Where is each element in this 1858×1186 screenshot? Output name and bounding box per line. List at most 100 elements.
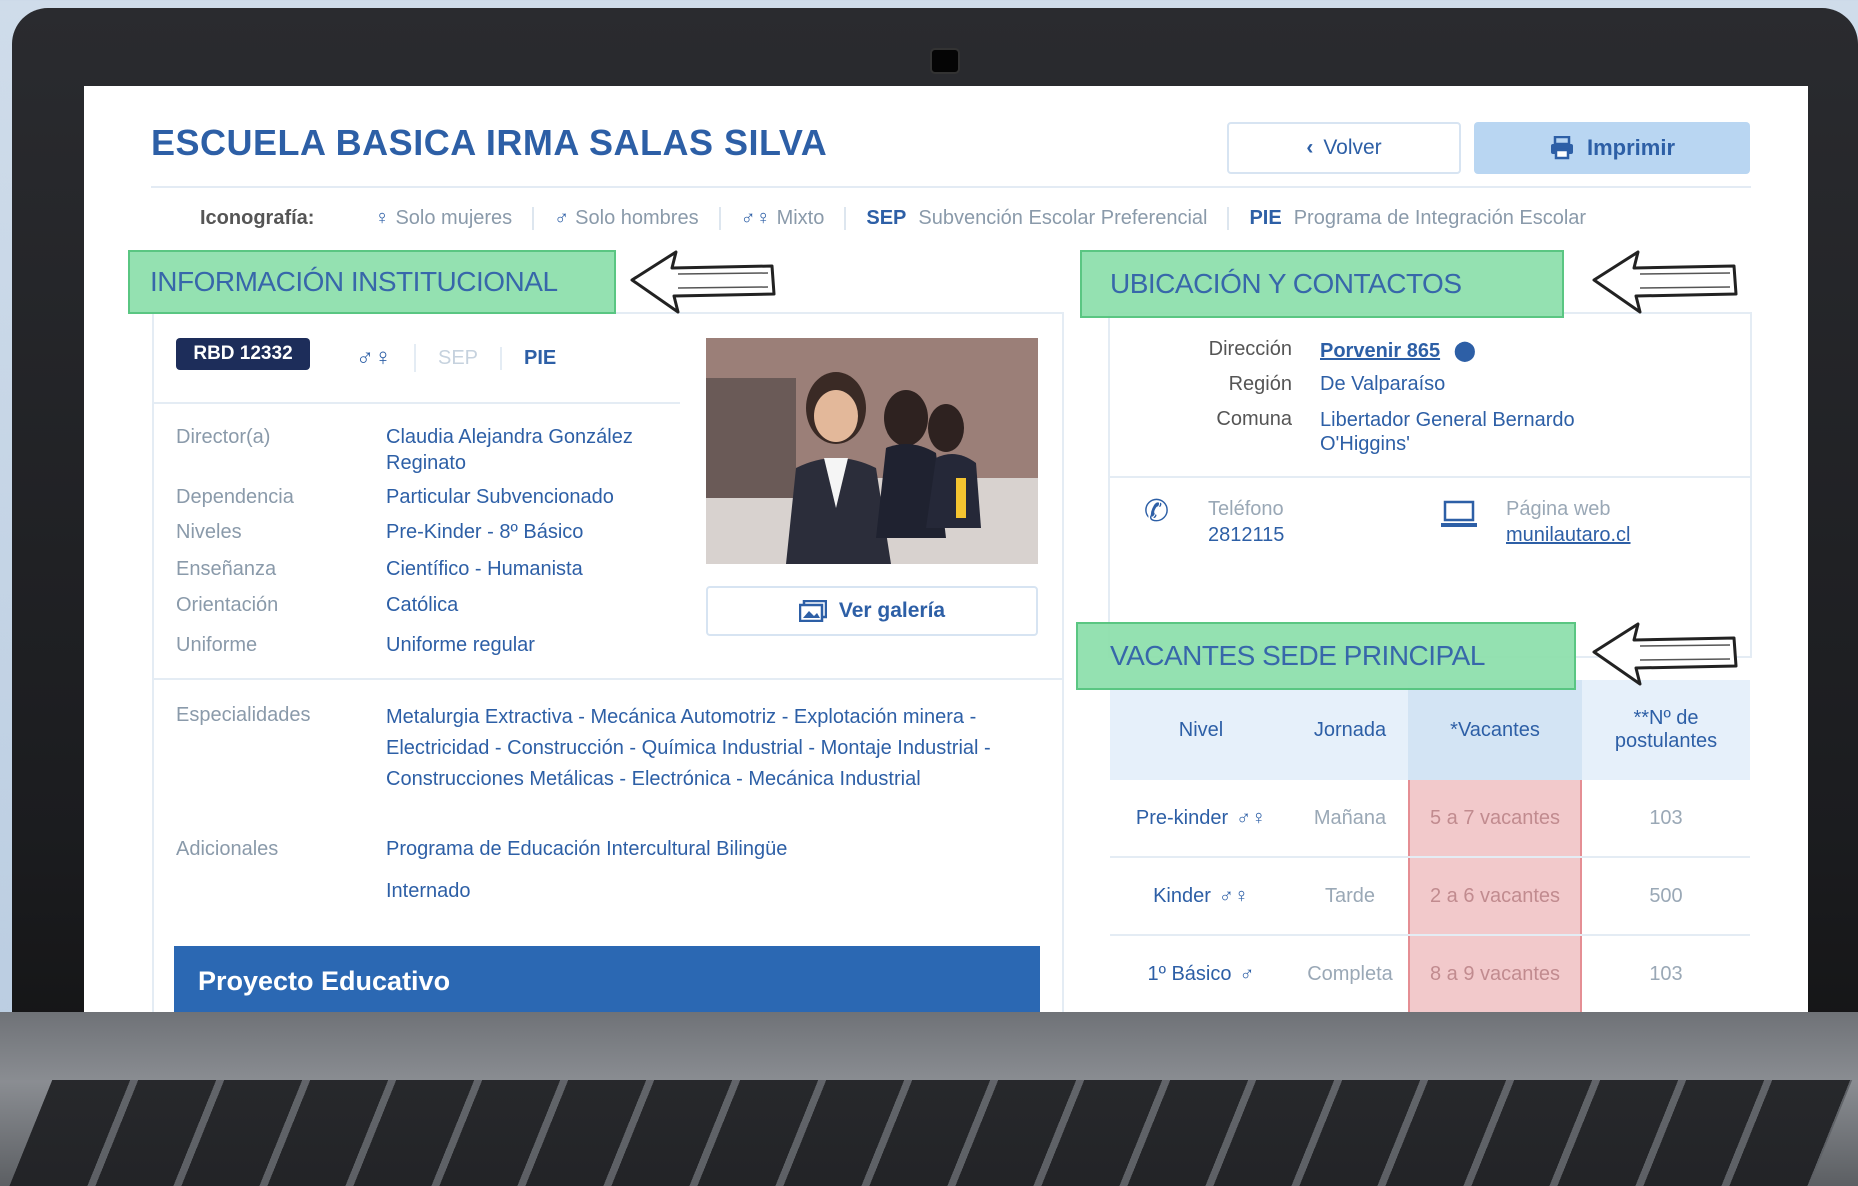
field-label: Dirección (1208, 338, 1292, 360)
legend-text: Mixto (776, 206, 825, 229)
female-icon: ♀ (374, 206, 390, 229)
cell-postulantes: 103 (1649, 962, 1683, 985)
legend-sep: SEP Subvención Escolar Preferencial (846, 206, 1230, 230)
section-tag-ubicacion: UBICACIÓN Y CONTACTOS (1080, 250, 1564, 318)
cell-vacantes: 5 a 7 vacantes (1408, 780, 1582, 856)
field-label: Uniforme (176, 634, 258, 656)
keyboard-keys (7, 1080, 1853, 1186)
column-header: *Vacantes (1408, 680, 1582, 780)
vacancies-table: Nivel Jornada *Vacantes **Nº de postulan… (1110, 680, 1750, 1012)
webcam (930, 48, 960, 74)
divider (154, 678, 1062, 680)
section-tag-institucional: INFORMACIÓN INSTITUCIONAL (128, 250, 616, 314)
cell-nivel: Kinder ♂♀ (1110, 858, 1292, 934)
table-row: Pre-kinder ♂♀ Mañana 5 a 7 vacantes 103 (1110, 780, 1750, 858)
cell-nivel: 1º Básico ♂ (1110, 936, 1292, 1012)
header-divider (151, 186, 1751, 188)
direccion-row: Dirección Porvenir 865 ⬤ (1134, 338, 1620, 363)
legend-pie: PIE Programa de Integración Escolar (1229, 207, 1606, 230)
cell-nivel: Pre-kinder ♂♀ (1110, 780, 1292, 856)
male-icon: ♂ (554, 206, 570, 229)
field-value: De Valparaíso (1320, 373, 1446, 395)
legend-text: Subvención Escolar Preferencial (918, 206, 1208, 229)
web-block: Página web munilautaro.cl (1506, 496, 1726, 548)
field-label: Región (1228, 373, 1292, 395)
cell-vacantes: 2 a 6 vacantes (1408, 858, 1582, 934)
field-value: Católica (386, 594, 459, 616)
field-label: Niveles (176, 521, 242, 543)
page-title: ESCUELA BASICA IRMA SALAS SILVA (151, 122, 828, 163)
field-label: Página web (1506, 498, 1611, 520)
section-tag-vacantes: VACANTES SEDE PRINCIPAL (1076, 622, 1576, 690)
print-label: Imprimir (1586, 135, 1676, 160)
field-value: Científico - Humanista (386, 558, 583, 580)
field-value: Metalurgia Extractiva - Mecánica Automot… (386, 706, 991, 790)
school-badges: ♂♀ SEP PIE (334, 336, 578, 380)
field-label: Director(a) (176, 426, 271, 448)
mixed-gender-icon: ♂♀ (740, 206, 771, 229)
arrow-left-icon (630, 250, 776, 314)
legend-abbr: SEP (866, 206, 907, 229)
legend-text: Solo hombres (575, 206, 699, 229)
iconography-label: Iconografía: (200, 206, 315, 229)
gallery-label: Ver galería (838, 599, 946, 622)
table-header: Nivel Jornada *Vacantes **Nº de postulan… (1110, 680, 1750, 780)
print-button[interactable]: Imprimir (1474, 122, 1750, 174)
legend-mixed: ♂♀ Mixto (721, 206, 847, 230)
website-link[interactable]: munilautaro.cl (1506, 522, 1726, 548)
printer-icon (1550, 136, 1573, 160)
address-link[interactable]: Porvenir 865 (1320, 340, 1440, 362)
cell-jornada: Tarde (1324, 884, 1376, 907)
cell-jornada: Mañana (1313, 806, 1387, 829)
cell-vacantes: 8 a 9 vacantes (1408, 936, 1582, 1012)
field-value: Particular Subvencionado (386, 486, 614, 508)
telefono-block: Teléfono 2812115 (1208, 496, 1408, 548)
field-value: Programa de Educación Intercultural Bili… (386, 838, 788, 860)
divider (1110, 476, 1750, 478)
field-label: Dependencia (176, 486, 294, 508)
nivel-text: Kinder (1153, 884, 1211, 907)
map-pin-icon[interactable]: ⬤ (1454, 340, 1476, 362)
chevron-left-icon: ‹ (1306, 136, 1314, 159)
field-value: Uniforme regular (386, 634, 535, 656)
arrow-left-icon (1592, 250, 1738, 314)
column-header: Jornada (1313, 718, 1387, 741)
sep-badge: SEP (416, 346, 503, 370)
back-button[interactable]: ‹ Volver (1227, 122, 1461, 174)
table-row: Kinder ♂♀ Tarde 2 a 6 vacantes 500 (1110, 858, 1750, 936)
column-header: Nivel (1178, 718, 1224, 741)
arrow-left-icon (1592, 622, 1738, 686)
legend-text: Solo mujeres (395, 206, 513, 229)
computer-icon (1440, 500, 1478, 535)
contacts-panel (1108, 312, 1752, 658)
back-label: Volver (1323, 136, 1382, 159)
table-row: 1º Básico ♂ Completa 8 a 9 vacantes 103 (1110, 936, 1750, 1012)
proyecto-educativo-header[interactable]: Proyecto Educativo (174, 946, 1040, 1012)
cell-jornada: Completa (1307, 962, 1393, 985)
gallery-button[interactable]: Ver galería (706, 586, 1038, 636)
screen: ESCUELA BASICA IRMA SALAS SILVA ‹ Volver… (84, 86, 1808, 1012)
region-row: Región De Valparaíso (1134, 373, 1620, 396)
nivel-text: Pre-kinder (1135, 806, 1229, 829)
rbd-badge: RBD 12332 (176, 338, 310, 370)
iconography-legend: Iconografía: ♀ Solo mujeres ♂ Solo hombr… (200, 200, 1606, 236)
nivel-text: 1º Básico (1147, 962, 1232, 985)
field-value: Libertador General Bernardo O'Higgins' (1320, 409, 1575, 455)
mixed-gender-icon: ♂♀ (334, 344, 416, 372)
field-label: Comuna (1216, 408, 1292, 430)
mixed-gender-icon: ♂♀ (1236, 806, 1267, 829)
divider (154, 402, 680, 404)
field-value: Claudia Alejandra González Reginato (386, 426, 633, 474)
field-label: Adicionales (176, 838, 279, 860)
field-label: Teléfono (1208, 498, 1284, 520)
pie-badge: PIE (524, 346, 557, 369)
gallery-icon (798, 600, 827, 622)
field-label: Especialidades (176, 704, 311, 726)
phone-value: 2812115 (1208, 524, 1285, 546)
legend-abbr: PIE (1249, 206, 1282, 229)
cell-postulantes: 500 (1649, 884, 1683, 907)
cell-postulantes: 103 (1649, 806, 1683, 829)
column-header: **Nº de postulantes (1614, 707, 1718, 752)
comuna-row: Comuna Libertador General Bernardo O'Hig… (1134, 408, 1620, 456)
field-label: Orientación (176, 594, 279, 616)
